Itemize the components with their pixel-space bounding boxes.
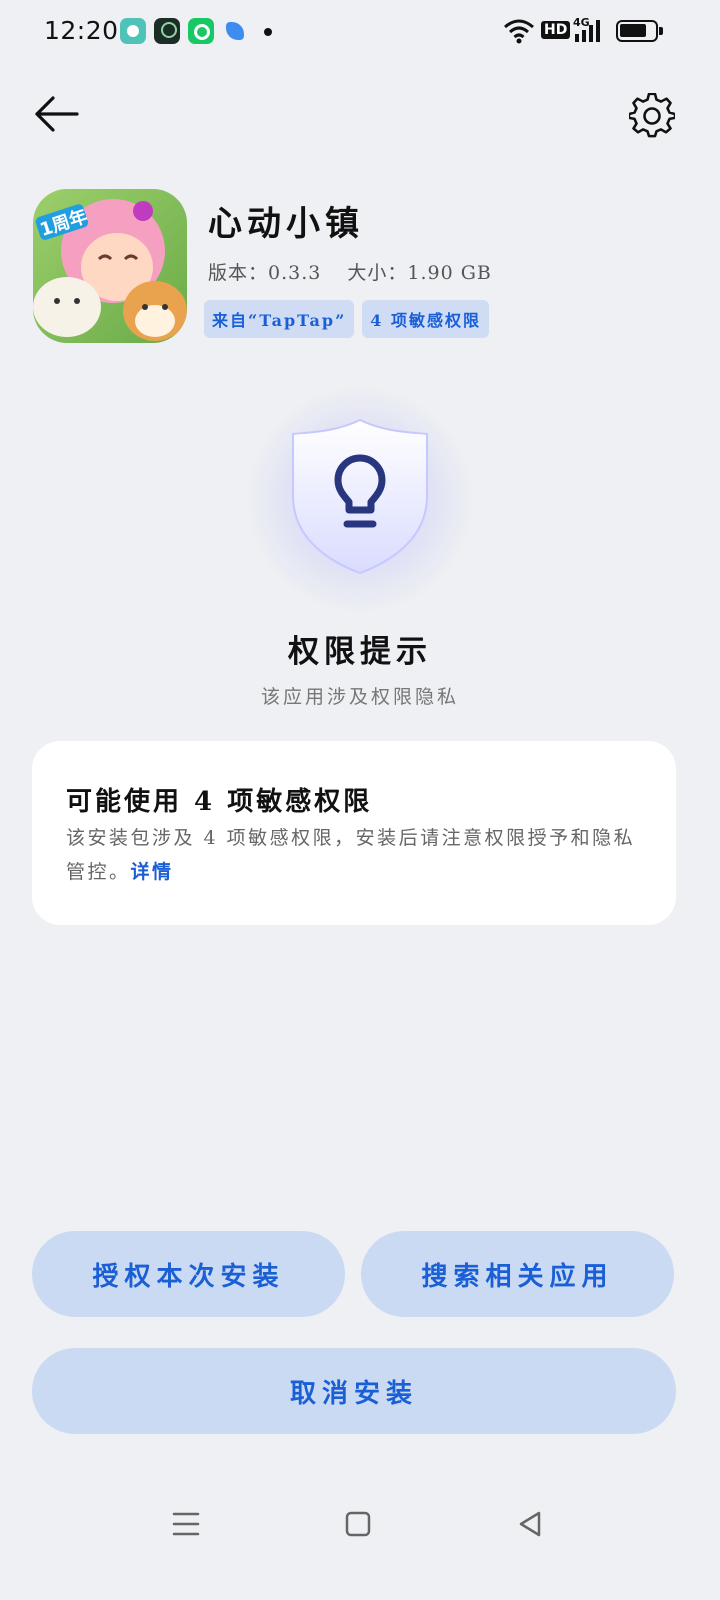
- permission-card: 可能使用 4 项敏感权限 该安装包涉及 4 项敏感权限，安装后请注意权限授予和隐…: [32, 741, 676, 925]
- details-link[interactable]: 详情: [131, 861, 174, 883]
- app-tags: 来自“TapTap” 4 项敏感权限: [204, 300, 489, 338]
- gear-icon: [629, 93, 675, 138]
- battery-icon: [616, 20, 663, 42]
- security-app-icon: [154, 18, 180, 44]
- arrow-left-icon: [35, 96, 79, 132]
- search-related-apps-button[interactable]: 搜索相关应用: [361, 1231, 674, 1317]
- settings-button[interactable]: [624, 88, 680, 144]
- more-notifications-dot-icon: [264, 28, 272, 36]
- green-ring-app-icon: [188, 18, 214, 44]
- shield-lightbulb-icon: [292, 418, 428, 575]
- menu-lines-icon: [172, 1512, 200, 1536]
- shield-illustration: [230, 380, 490, 630]
- home-button[interactable]: [336, 1502, 380, 1546]
- hero-subtitle: 该应用涉及权限隐私: [260, 686, 459, 708]
- chat-bubble-icon: [120, 18, 146, 44]
- hd-badge: HD: [541, 21, 571, 39]
- wifi-icon: [504, 19, 534, 44]
- status-bar: 12:20 HD 4G: [0, 0, 720, 64]
- hero-title: 权限提示: [288, 634, 432, 670]
- app-version: 版本：0.3.3: [208, 262, 322, 284]
- app-icon: 1周年: [33, 189, 187, 343]
- app-name: 心动小镇: [208, 204, 364, 244]
- authorize-install-button[interactable]: 授权本次安装: [32, 1231, 345, 1317]
- triangle-back-icon: [519, 1511, 541, 1537]
- system-back-button[interactable]: [508, 1502, 552, 1546]
- source-tag: 来自“TapTap”: [204, 300, 355, 338]
- square-home-icon: [345, 1511, 371, 1537]
- recent-apps-button[interactable]: [164, 1502, 208, 1546]
- back-button[interactable]: [28, 88, 84, 140]
- permission-card-title: 可能使用 4 项敏感权限: [66, 787, 373, 817]
- app-meta: 版本：0.3.3 大小：1.90 GB: [208, 258, 492, 285]
- system-nav-bar: [0, 1490, 720, 1560]
- permission-card-body: 该安装包涉及 4 项敏感权限，安装后请注意权限授予和隐私管控。详情: [66, 821, 656, 889]
- permission-count-tag[interactable]: 4 项敏感权限: [362, 300, 489, 338]
- blue-leaf-app-icon: [222, 18, 248, 44]
- signal-strength-icon: [575, 20, 600, 42]
- app-size: 大小：1.90 GB: [347, 262, 492, 284]
- cancel-install-button[interactable]: 取消安装: [32, 1348, 676, 1434]
- status-time: 12:20: [44, 16, 119, 45]
